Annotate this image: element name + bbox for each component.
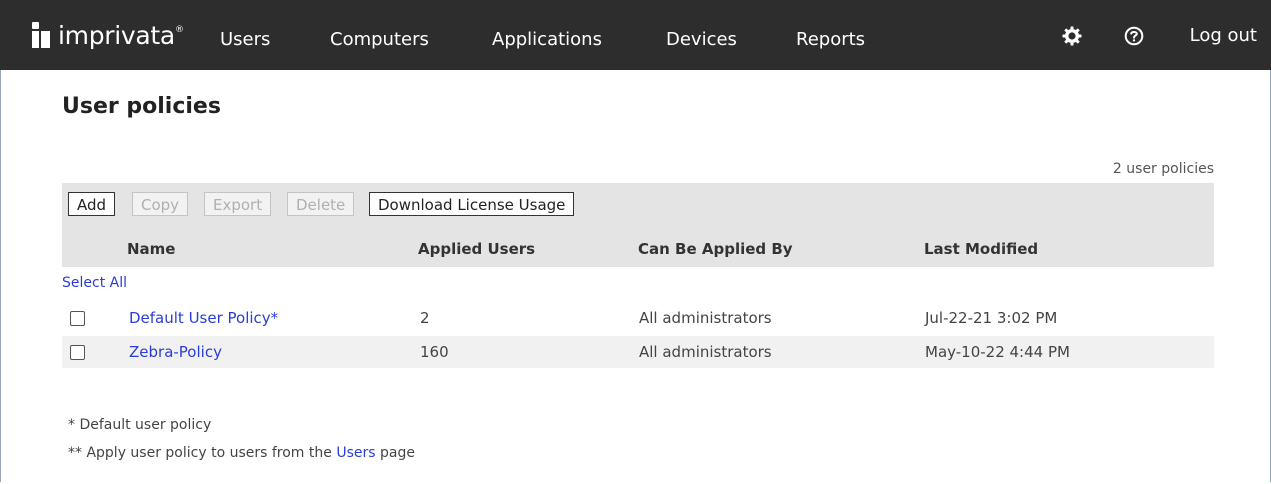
column-header-name[interactable]: Name bbox=[127, 240, 175, 258]
copy-button[interactable]: Copy bbox=[132, 192, 189, 216]
footnote-apply-prefix: ** Apply user policy to users from the bbox=[68, 445, 337, 461]
footnote-default-policy: * Default user policy bbox=[68, 417, 212, 433]
toolbar: Add Copy Export Delete Download License … bbox=[62, 183, 1214, 267]
last-modified-cell: Jul-22-21 3:02 PM bbox=[925, 309, 1058, 327]
applied-users-cell: 160 bbox=[420, 343, 449, 361]
applied-by-cell: All administrators bbox=[639, 343, 772, 361]
delete-button[interactable]: Delete bbox=[287, 192, 355, 216]
table-row: Default User Policy* 2 All administrator… bbox=[62, 302, 1214, 334]
export-button[interactable]: Export bbox=[204, 192, 272, 216]
last-modified-cell: May-10-22 4:44 PM bbox=[925, 343, 1070, 361]
top-navigation-bar: imprivata® Users Computers Applications … bbox=[0, 0, 1271, 70]
column-header-can-be-applied-by[interactable]: Can Be Applied By bbox=[638, 240, 793, 258]
row-checkbox[interactable] bbox=[70, 311, 85, 326]
logout-link[interactable]: Log out bbox=[1190, 0, 1257, 70]
registered-mark: ® bbox=[174, 24, 184, 35]
column-header-applied-users[interactable]: Applied Users bbox=[418, 240, 535, 258]
row-checkbox[interactable] bbox=[70, 345, 85, 360]
applied-by-cell: All administrators bbox=[639, 309, 772, 327]
select-all-link[interactable]: Select All bbox=[62, 275, 127, 291]
nav-users[interactable]: Users bbox=[220, 0, 270, 70]
policy-count: 2 user policies bbox=[1112, 161, 1214, 177]
page-title: User policies bbox=[62, 94, 221, 119]
download-license-usage-button[interactable]: Download License Usage bbox=[369, 192, 575, 216]
applied-users-cell: 2 bbox=[420, 309, 430, 327]
gear-icon[interactable] bbox=[1062, 26, 1082, 46]
footnote-apply-policy: ** Apply user policy to users from the U… bbox=[68, 445, 415, 461]
nav-reports[interactable]: Reports bbox=[796, 0, 865, 70]
help-icon[interactable] bbox=[1124, 26, 1144, 46]
imprivata-logo[interactable]: imprivata® bbox=[30, 20, 184, 50]
nav-applications[interactable]: Applications bbox=[492, 0, 602, 70]
footnote-apply-suffix: page bbox=[375, 445, 415, 461]
users-page-link[interactable]: Users bbox=[336, 445, 375, 461]
column-header-last-modified[interactable]: Last Modified bbox=[924, 240, 1038, 258]
nav-devices[interactable]: Devices bbox=[666, 0, 737, 70]
policy-name-link[interactable]: Default User Policy* bbox=[129, 309, 278, 327]
logo-mark-icon bbox=[30, 22, 52, 48]
policy-name-link[interactable]: Zebra-Policy bbox=[129, 343, 222, 361]
logo-text: imprivata bbox=[58, 20, 175, 50]
add-button[interactable]: Add bbox=[68, 192, 116, 216]
table-row: Zebra-Policy 160 All administrators May-… bbox=[62, 336, 1214, 368]
nav-computers[interactable]: Computers bbox=[330, 0, 429, 70]
